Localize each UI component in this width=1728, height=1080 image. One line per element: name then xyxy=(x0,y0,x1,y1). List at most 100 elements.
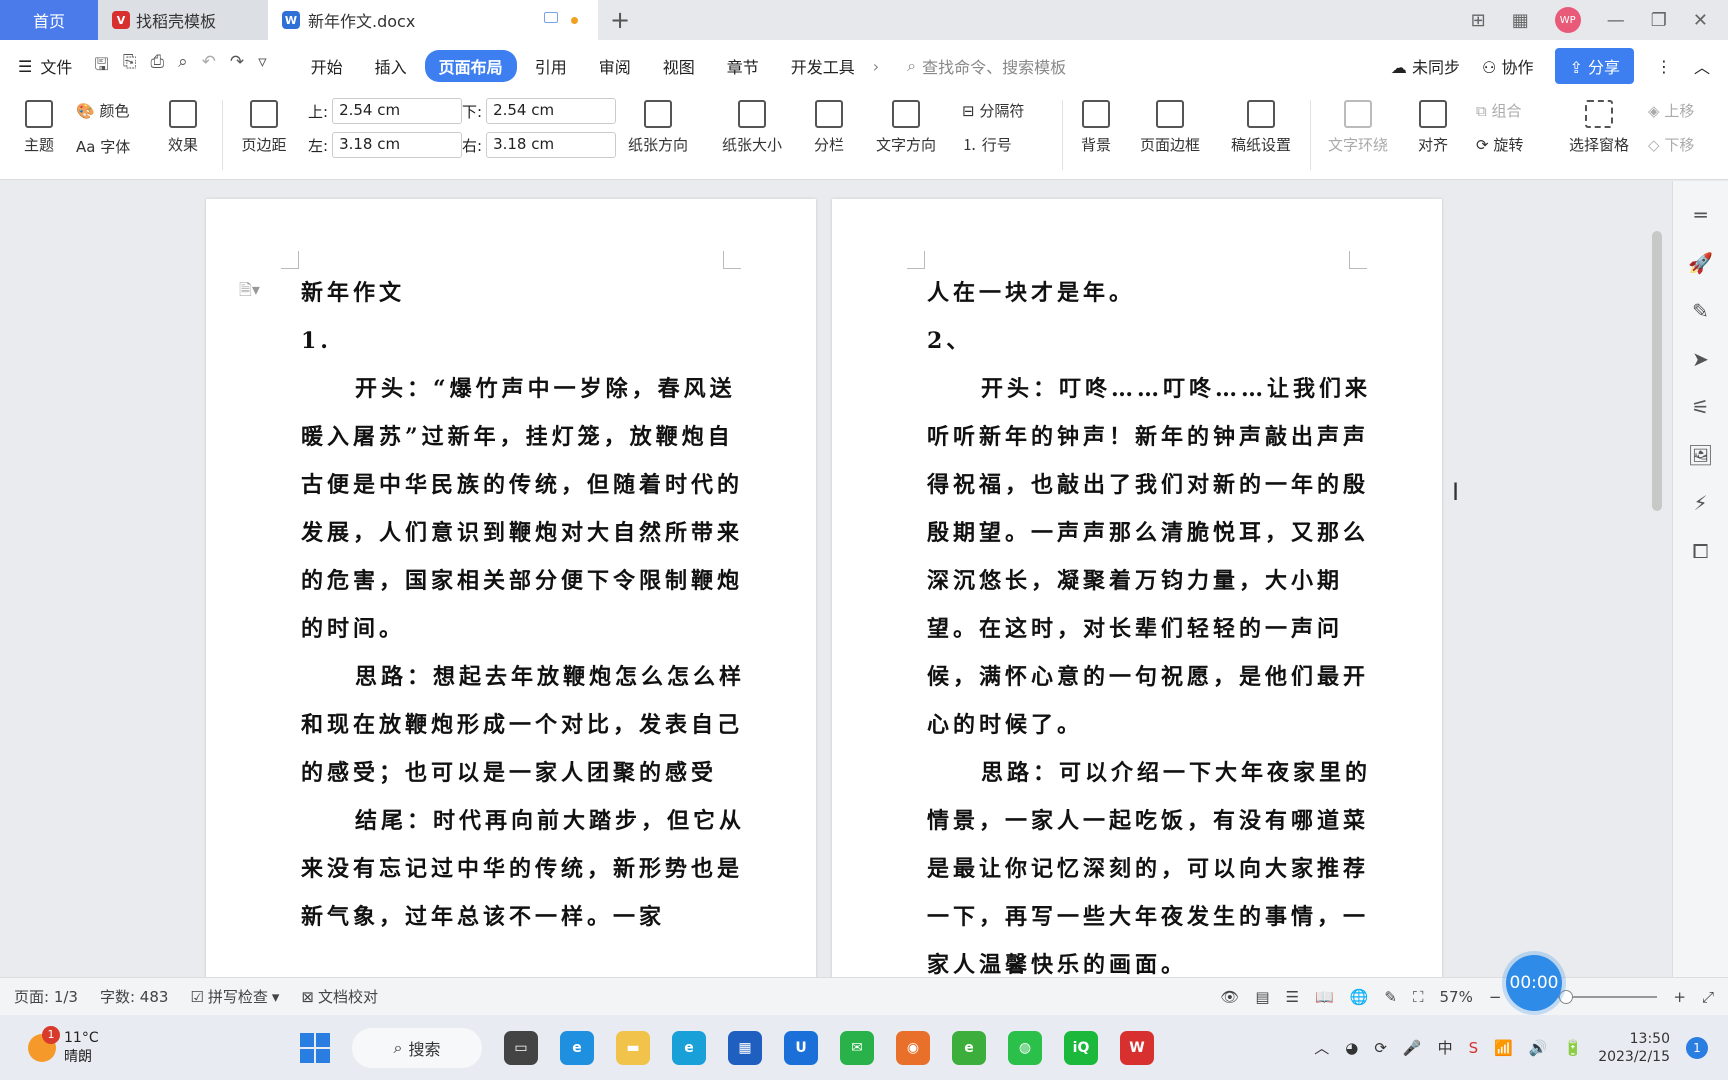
lenovo-icon[interactable]: U xyxy=(784,1030,818,1065)
command-search[interactable]: ⌕ 查找命令、搜索模板 xyxy=(907,54,1297,78)
page-count[interactable]: 页面: 1/3 xyxy=(14,986,78,1007)
orientation-button[interactable]: 纸张方向 xyxy=(620,100,696,155)
task-view-icon[interactable]: ▭ xyxy=(504,1030,538,1065)
outline-view-icon[interactable]: ☰ xyxy=(1286,988,1299,1006)
save-icon[interactable]: 🖫 xyxy=(94,52,108,81)
columns-button[interactable]: 分栏 xyxy=(806,100,852,155)
zoom-slider-knob[interactable] xyxy=(1559,989,1574,1004)
store-icon[interactable]: ▦ xyxy=(728,1030,762,1065)
pen-icon[interactable]: ✎ xyxy=(1692,299,1709,323)
page-1[interactable]: 🗎▾ 新年作文 1. 开头：“爆竹声中一岁除，春风送暖入屠苏”过新年，挂灯笼，放… xyxy=(206,199,816,977)
page-border-button[interactable]: 页面边框 xyxy=(1134,100,1206,155)
weather-widget[interactable]: 1 11°C 晴朗 xyxy=(0,1025,300,1066)
line-numbers-button[interactable]: ⒈ 行号 xyxy=(962,134,1012,155)
collapse-ribbon-icon[interactable]: ︿ xyxy=(1694,54,1710,78)
tab-page-layout[interactable]: 页面布局 xyxy=(424,50,517,82)
image-edit-icon[interactable]: 🖼 xyxy=(1688,443,1713,467)
monitor-icon[interactable] xyxy=(544,12,558,23)
volume-icon[interactable]: 🔊 xyxy=(1529,1039,1548,1057)
browser-icon[interactable]: e xyxy=(560,1030,594,1065)
more-options-icon[interactable]: ⋮ xyxy=(1656,57,1672,76)
page-2-text[interactable]: 人在一块才是年。 2、 开头：叮咚……叮咚……让我们来听听新年的钟声！新年的钟声… xyxy=(927,269,1372,977)
paper-size-button[interactable]: 纸张大小 xyxy=(714,100,790,155)
recording-timer[interactable]: 00:00 xyxy=(1506,955,1562,1011)
tab-start[interactable]: 开始 xyxy=(297,50,357,82)
customize-icon[interactable]: ▿ xyxy=(258,52,267,81)
lightning-icon[interactable]: ⚡ xyxy=(1693,491,1707,515)
rocket-icon[interactable]: 🚀 xyxy=(1688,251,1713,275)
sidebar-collapse-icon[interactable]: ═ xyxy=(1694,203,1706,227)
margin-right-input[interactable]: 3.18 cm xyxy=(486,132,617,158)
zoom-in-button[interactable]: + xyxy=(1673,988,1686,1006)
sync-status[interactable]: ☁ 未同步 xyxy=(1391,54,1460,78)
fit-page-icon[interactable]: ⛶ xyxy=(1413,988,1424,1006)
print-icon[interactable]: ⎙ xyxy=(150,52,164,81)
effect-button[interactable]: 效果 xyxy=(160,100,206,155)
ime-indicator[interactable]: 中 xyxy=(1438,1037,1453,1058)
apps-grid-icon[interactable]: ▦ xyxy=(1512,10,1529,31)
edge-icon[interactable]: e xyxy=(672,1030,706,1065)
pointer-icon[interactable]: ➤ xyxy=(1692,347,1709,371)
clock[interactable]: 13:50 2023/2/15 xyxy=(1598,1030,1670,1066)
avatar[interactable]: WP xyxy=(1554,7,1581,33)
text-direction-button[interactable]: 文字方向 xyxy=(868,100,944,155)
iqiyi-icon[interactable]: iQ xyxy=(1064,1030,1098,1065)
background-button[interactable]: 背景 xyxy=(1076,100,1116,155)
tab-view[interactable]: 视图 xyxy=(649,50,709,82)
sliders-icon[interactable]: ⚟ xyxy=(1692,395,1710,419)
breaks-button[interactable]: ⊟ 分隔符 xyxy=(962,100,1024,121)
close-icon[interactable]: ✕ xyxy=(1693,10,1708,31)
zoom-out-button[interactable]: − xyxy=(1489,988,1502,1006)
page-1-text[interactable]: 新年作文 1. 开头：“爆竹声中一岁除，春风送暖入屠苏”过新年，挂灯笼，放鞭炮自… xyxy=(301,269,746,941)
sync-icon[interactable]: ⟳ xyxy=(1374,1039,1387,1057)
share-button[interactable]: ⇪ 分享 xyxy=(1555,48,1634,84)
mic-icon[interactable]: 🎤 xyxy=(1403,1039,1422,1057)
restore-icon[interactable]: ❐ xyxy=(1651,10,1667,31)
minimize-icon[interactable]: — xyxy=(1607,10,1625,31)
vertical-scrollbar-thumb[interactable] xyxy=(1652,231,1662,511)
wechat-icon[interactable]: ◍ xyxy=(1008,1030,1042,1065)
new-tab-button[interactable]: + xyxy=(598,0,642,40)
tab-review[interactable]: 审阅 xyxy=(585,50,645,82)
web-view-icon[interactable]: 🌐 xyxy=(1350,988,1369,1006)
eye-protection-icon[interactable]: 👁 xyxy=(1220,988,1239,1006)
document-workspace[interactable]: 🗎▾ 新年作文 1. 开头：“爆竹声中一岁除，春风送暖入屠苏”过新年，挂灯笼，放… xyxy=(0,181,1672,977)
margin-bottom-input[interactable]: 2.54 cm xyxy=(486,98,617,124)
file-explorer-icon[interactable]: ▬ xyxy=(616,1030,650,1065)
print-preview-icon[interactable]: ⌕ xyxy=(178,52,188,81)
export-icon[interactable]: ⎘ xyxy=(123,52,137,81)
tray-expand-icon[interactable]: ︿ xyxy=(1314,1037,1329,1058)
undo-icon[interactable]: ↶ xyxy=(202,52,216,81)
word-count[interactable]: 字数: 483 xyxy=(100,986,168,1007)
rotate-button[interactable]: ⟳ 旋转 xyxy=(1476,134,1523,155)
margin-left-input[interactable]: 3.18 cm xyxy=(332,132,463,158)
document-outline-icon[interactable]: 🗎▾ xyxy=(239,279,260,306)
review-icon[interactable]: ⧠ xyxy=(1693,539,1709,563)
wps-tray-icon[interactable]: S xyxy=(1469,1039,1479,1057)
align-button[interactable]: 对齐 xyxy=(1410,100,1456,155)
firefox-icon[interactable]: ◉ xyxy=(896,1030,930,1065)
tab-template[interactable]: V 找稻壳模板 xyxy=(98,0,268,40)
fullscreen-icon[interactable]: ⤢ xyxy=(1702,988,1714,1006)
read-mode-icon[interactable]: 📖 xyxy=(1315,988,1334,1006)
theme-button[interactable]: 主题 xyxy=(16,100,62,155)
margin-top-input[interactable]: 2.54 cm xyxy=(332,98,463,124)
tab-document[interactable]: W 新年作文.docx xyxy=(268,0,598,40)
color-button[interactable]: 🎨 颜色 xyxy=(76,100,129,121)
file-menu[interactable]: ☰ 文件 xyxy=(18,54,72,78)
selection-pane-button[interactable]: 选择窗格 xyxy=(1566,100,1632,155)
collab-button[interactable]: ⚇ 协作 xyxy=(1482,54,1533,78)
redo-icon[interactable]: ↷ xyxy=(230,52,244,81)
notification-badge[interactable]: 1 xyxy=(1686,1036,1708,1059)
send-backward-button[interactable]: ◇ 下移 xyxy=(1648,134,1694,155)
proofread-button[interactable]: ⊠ 文档校对 xyxy=(301,986,378,1007)
chat-app-icon[interactable]: ✉ xyxy=(840,1030,874,1065)
more-tabs-icon[interactable]: › xyxy=(873,57,879,76)
qq-icon[interactable]: ◕ xyxy=(1345,1039,1358,1057)
text-wrap-button[interactable]: 文字环绕 xyxy=(1322,100,1394,155)
margin-button[interactable]: 页边距 xyxy=(234,100,294,155)
ie-browser-icon[interactable]: e xyxy=(952,1030,986,1065)
battery-icon[interactable]: 🔋 xyxy=(1564,1039,1583,1057)
tab-developer[interactable]: 开发工具 xyxy=(777,50,869,82)
wifi-icon[interactable]: 📶 xyxy=(1494,1039,1513,1057)
